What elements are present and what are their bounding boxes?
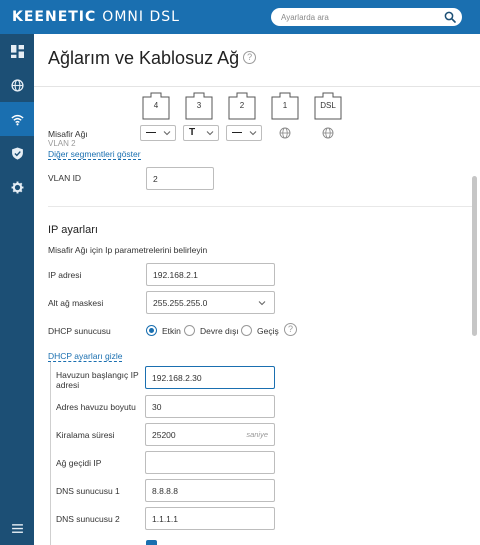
gateway-ip-label: Ağ geçidi IP	[56, 458, 102, 468]
segment-name: Misafir Ağı	[48, 129, 88, 139]
lease-time-label: Kiralama süresi	[56, 430, 115, 440]
dhcp-relay-radio[interactable]	[241, 325, 252, 336]
wifi-icon	[10, 114, 24, 125]
port-3-mode-select[interactable]: T	[183, 125, 219, 141]
checkbox[interactable]	[146, 540, 157, 545]
subnet-mask-value: 255.255.255.0	[153, 298, 208, 308]
gateway-ip-input[interactable]	[145, 451, 275, 474]
title-divider	[34, 86, 480, 87]
subnet-mask-select[interactable]: 255.255.255.0	[146, 291, 275, 314]
chevron-down-icon	[206, 131, 214, 136]
dns1-input[interactable]	[145, 479, 275, 502]
scrollbar[interactable]	[472, 176, 477, 336]
globe-icon	[10, 78, 24, 92]
vlan-id-label: VLAN ID	[48, 173, 82, 183]
show-other-segments-link[interactable]: Diğer segmentleri göster	[48, 149, 141, 160]
port-label: 4	[153, 101, 159, 110]
port-label: DSL	[320, 101, 336, 110]
shield-icon	[11, 147, 23, 160]
sidebar-item-dashboard[interactable]	[0, 34, 34, 68]
port-4: 4	[142, 92, 170, 120]
ip-settings-description: Misafir Ağı için Ip parametrelerini beli…	[48, 245, 208, 255]
dns2-label: DNS sunucusu 2	[56, 514, 120, 524]
port-label: 1	[282, 101, 288, 110]
subnet-mask-label: Alt ağ maskesi	[48, 298, 104, 308]
main-content: Ağlarım ve Kablosuz Ağ? 4 3 2 1 DSL Misa…	[34, 34, 480, 545]
pool-size-label: Adres havuzu boyutu	[56, 402, 136, 412]
section-divider	[48, 206, 472, 207]
lease-time-input[interactable]: 25200 saniye	[145, 423, 275, 446]
vlan-id-input[interactable]	[146, 167, 214, 190]
chevron-down-icon	[163, 131, 171, 136]
port-2-mode-select[interactable]: —	[226, 125, 262, 141]
globe-icon	[279, 127, 291, 139]
port-3: 3	[185, 92, 213, 120]
port-mode-value: —	[146, 127, 156, 138]
brand-name: KEENETIC	[12, 9, 97, 25]
dns1-label: DNS sunucusu 1	[56, 486, 120, 496]
chevron-down-icon	[258, 301, 266, 306]
dhcp-option-label: Etkin	[162, 326, 181, 336]
dhcp-enabled-radio[interactable]	[146, 325, 157, 336]
model-name: OMNI DSL	[102, 9, 180, 25]
logo: KEENETIC OMNI DSL	[12, 9, 180, 25]
lease-time-unit: saniye	[246, 430, 268, 439]
menu-icon	[11, 523, 23, 533]
help-icon[interactable]: ?	[243, 50, 257, 64]
dhcp-option-label: Geçiş	[257, 326, 279, 336]
pool-size-input[interactable]	[145, 395, 275, 418]
port-label: 2	[239, 101, 245, 110]
help-icon[interactable]: ?	[284, 323, 297, 336]
gear-icon	[11, 181, 23, 193]
page-title-text: Ağlarım ve Kablosuz Ağ	[48, 48, 240, 68]
ip-settings-heading: IP ayarları	[48, 224, 98, 236]
segment-vlan: VLAN 2	[48, 139, 76, 148]
pool-start-input[interactable]	[145, 366, 275, 389]
sidebar-item-security[interactable]	[0, 136, 34, 170]
top-header: KEENETIC OMNI DSL	[0, 0, 480, 34]
dhcp-option-label: Devre dışı	[200, 326, 239, 336]
sidebar-item-internet[interactable]	[0, 68, 34, 102]
dhcp-server-label: DHCP sunucusu	[48, 326, 111, 336]
lease-time-value: 25200	[152, 430, 176, 440]
port-mode-value: —	[232, 127, 242, 138]
search-icon[interactable]	[444, 11, 456, 23]
page-title: Ağlarım ve Kablosuz Ağ?	[48, 48, 257, 69]
port-mode-value: T	[189, 127, 196, 138]
sidebar-menu-toggle[interactable]	[0, 511, 34, 545]
dashboard-icon	[10, 44, 24, 58]
chevron-down-icon	[249, 131, 257, 136]
globe-icon	[322, 127, 334, 139]
ip-address-input[interactable]	[146, 263, 275, 286]
sidebar-item-wireless[interactable]	[0, 102, 34, 136]
dhcp-disabled-radio[interactable]	[184, 325, 195, 336]
port-dsl: DSL	[314, 92, 342, 120]
pool-start-label: Havuzun başlangıç IP adresi	[56, 370, 139, 390]
port-4-mode-select[interactable]: —	[140, 125, 176, 141]
dns2-input[interactable]	[145, 507, 275, 530]
hide-dhcp-settings-link[interactable]: DHCP ayarları gizle	[48, 351, 123, 362]
port-label: 3	[196, 101, 202, 110]
search-box[interactable]	[271, 8, 462, 26]
sidebar-item-settings[interactable]	[0, 170, 34, 204]
port-1: 1	[271, 92, 299, 120]
sidebar	[0, 34, 34, 545]
search-input[interactable]	[281, 10, 436, 24]
ip-address-label: IP adresi	[48, 270, 82, 280]
port-2: 2	[228, 92, 256, 120]
